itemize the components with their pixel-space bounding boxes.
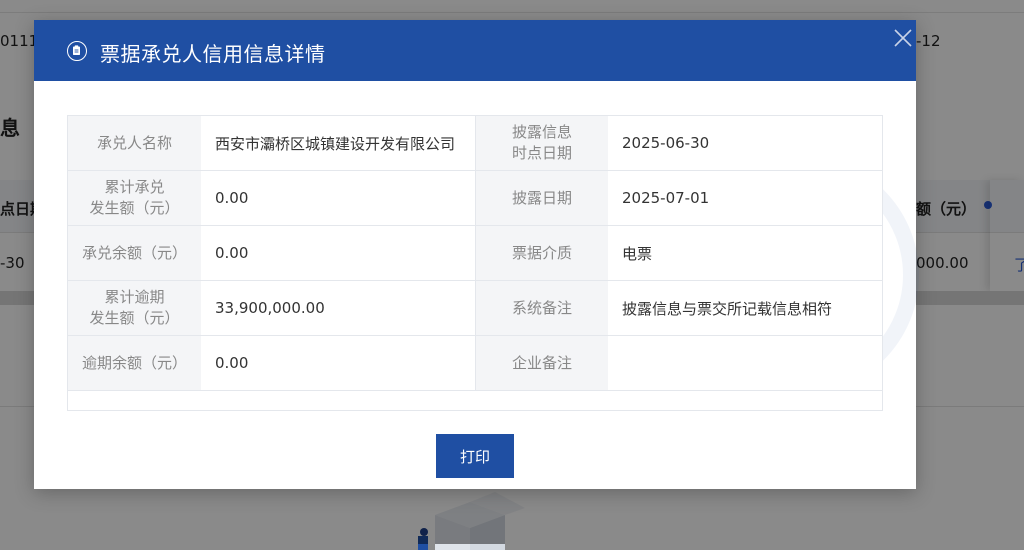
credit-info-table: 承兑人名称 西安市灞桥区城镇建设开发有限公司 披露信息 时点日期 2025-06… [67, 115, 883, 411]
table-row: 承兑人名称 西安市灞桥区城镇建设开发有限公司 披露信息 时点日期 2025-06… [68, 116, 882, 171]
dialog-header: 票据承兑人信用信息详情 [34, 20, 916, 81]
table-row: 逾期余额（元） 0.00 企业备注 [68, 336, 882, 391]
label-company-remark: 企业备注 [476, 336, 608, 390]
close-button[interactable] [891, 26, 915, 50]
label-bill-medium: 票据介质 [476, 226, 608, 280]
label-acceptor-name: 承兑人名称 [68, 116, 201, 170]
label-overdue-balance: 逾期余额（元） [68, 336, 201, 390]
print-button[interactable]: 打印 [436, 434, 514, 478]
clipboard-icon [67, 41, 87, 61]
label-disclosure-point-date: 披露信息 时点日期 [476, 116, 608, 170]
close-icon [894, 29, 912, 47]
value-cumulative-overdue: 33,900,000.00 [201, 281, 476, 335]
label-cumulative-overdue: 累计逾期 发生额（元） [68, 281, 201, 335]
value-bill-medium: 电票 [622, 244, 653, 263]
table-row: 累计承兑 发生额（元） 0.00 披露日期 2025-07-01 [68, 171, 882, 226]
value-disclosure-point-date: 2025-06-30 [622, 134, 710, 152]
table-row: 累计逾期 发生额（元） 33,900,000.00 系统备注 披露信息与票交所记… [68, 281, 882, 336]
value-company-remark [608, 336, 882, 390]
value-overdue-balance: 0.00 [201, 336, 476, 390]
value-system-remark: 披露信息与票交所记载信息相符 [622, 299, 833, 318]
dialog-title: 票据承兑人信用信息详情 [100, 42, 326, 66]
label-acceptance-balance: 承兑余额（元） [68, 226, 201, 280]
label-system-remark: 系统备注 [476, 281, 608, 335]
value-acceptor-name: 西安市灞桥区城镇建设开发有限公司 [201, 116, 476, 170]
label-disclosure-date: 披露日期 [476, 171, 608, 225]
value-cumulative-acceptance: 0.00 [201, 171, 476, 225]
label-cumulative-acceptance: 累计承兑 发生额（元） [68, 171, 201, 225]
value-acceptance-balance: 0.00 [201, 226, 476, 280]
value-disclosure-date: 2025-07-01 [622, 189, 710, 207]
credit-info-dialog: 票据承兑人信用信息详情 承兑人名称 西安市灞桥区城镇建设开发有限公司 披露信息 … [34, 20, 919, 489]
table-row: 承兑余额（元） 0.00 票据介质 电票 [68, 226, 882, 281]
